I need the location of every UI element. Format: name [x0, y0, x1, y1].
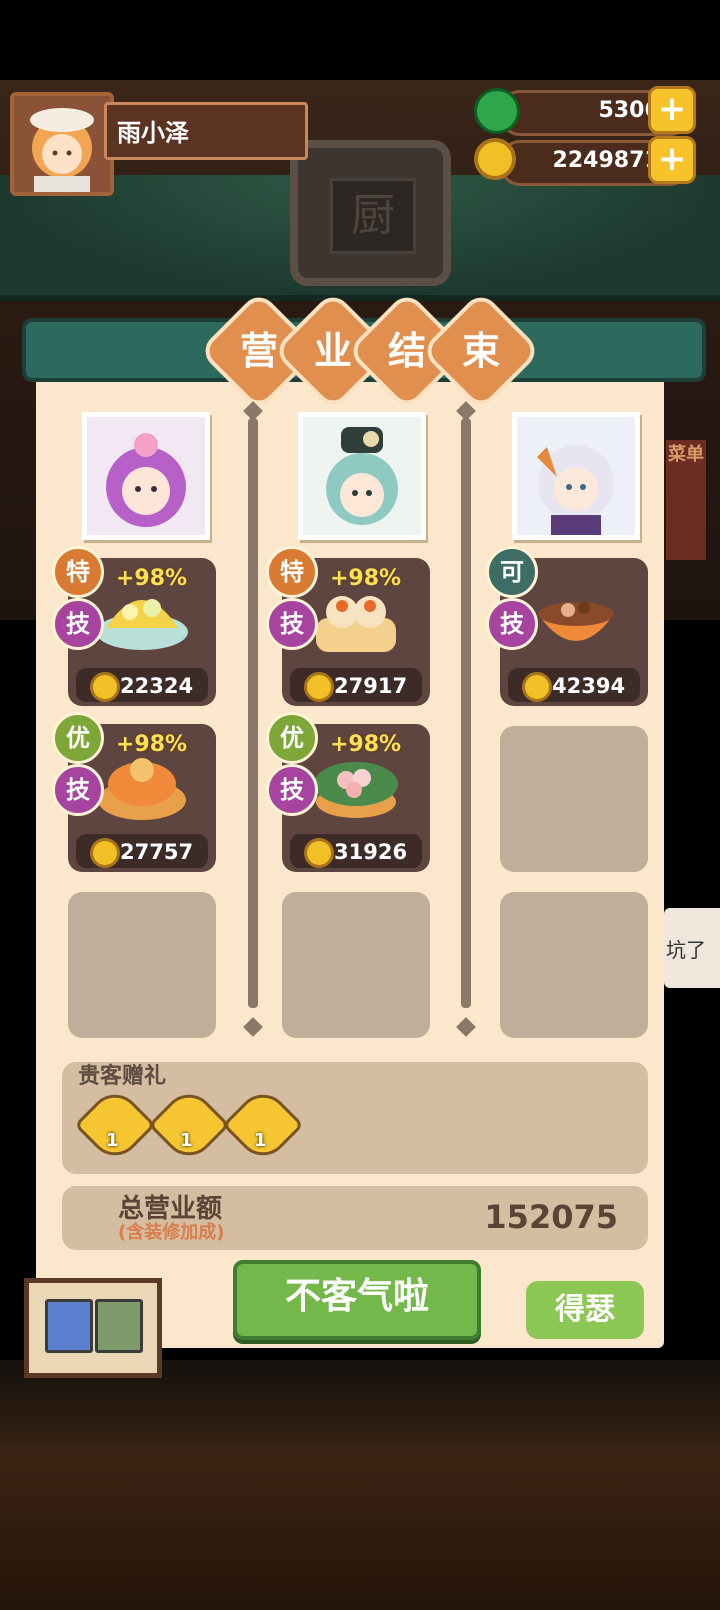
chef-portrait-3[interactable]	[512, 412, 640, 540]
side-tag-text: 坑了	[666, 938, 706, 962]
dish-bonus: +98%	[116, 732, 188, 757]
empty-dish-slot	[500, 726, 648, 872]
add-coins-button[interactable]: +	[648, 136, 696, 184]
grade-badge: 特	[52, 546, 104, 598]
grade-badge: 优	[52, 712, 104, 764]
chef-3-icon	[517, 417, 635, 535]
dish-price: 27757	[120, 840, 194, 864]
dish-price: 27917	[334, 674, 408, 698]
player-name-box: 雨小泽	[104, 102, 308, 160]
coin-icon	[304, 672, 334, 702]
skill-badge: 技	[52, 764, 104, 816]
empty-dish-slot	[282, 892, 430, 1038]
dish-image-icon	[538, 602, 614, 641]
skill-badge: 技	[52, 598, 104, 650]
chef-portrait-2[interactable]	[298, 412, 426, 540]
title-char-4: 束	[461, 329, 500, 373]
dish-price: 22324	[120, 674, 194, 698]
empty-dish-slot	[500, 892, 648, 1038]
dish-bonus: +98%	[330, 732, 402, 757]
gift-count: 1	[106, 1130, 119, 1151]
total-revenue-box: 总营业额 (含装修加成) 152075	[62, 1186, 648, 1250]
total-sublabel: (含装修加成)	[118, 1222, 225, 1243]
avatar-face-icon	[14, 96, 110, 192]
kitchen-sign: 厨	[290, 140, 451, 286]
coin-icon	[90, 838, 120, 868]
chef-portrait-1[interactable]	[82, 412, 210, 540]
dish-price: 31926	[334, 840, 408, 864]
jade-icon	[474, 88, 520, 134]
show-off-button[interactable]: 得瑟	[526, 1281, 644, 1339]
coin-icon	[522, 672, 552, 702]
chef-1-icon	[87, 417, 205, 535]
sign-character: 厨	[330, 178, 416, 254]
player-name: 雨小泽	[117, 119, 189, 147]
coin-icon	[474, 138, 516, 180]
gift-count: 1	[254, 1130, 267, 1151]
grade-badge: 优	[266, 712, 318, 764]
dish-bonus: +98%	[330, 566, 402, 591]
skill-badge: 技	[266, 764, 318, 816]
dish-bonus: +98%	[116, 566, 188, 591]
player-avatar[interactable]	[10, 92, 114, 196]
chef-2-icon	[303, 417, 421, 535]
menu-strip[interactable]: 菜单	[666, 440, 706, 560]
column-divider	[248, 418, 258, 1008]
column-divider	[461, 418, 471, 1008]
mini-toolbar	[24, 1278, 162, 1378]
skill-badge: 技	[486, 598, 538, 650]
scan-green-icon[interactable]	[95, 1299, 143, 1353]
gift-title: 贵客赠礼	[78, 1064, 167, 1089]
grade-badge: 可	[486, 546, 538, 598]
side-chat-tag: 坑了	[664, 908, 720, 988]
grade-badge: 特	[266, 546, 318, 598]
dish-price: 42394	[552, 674, 626, 698]
add-jade-button[interactable]: +	[648, 86, 696, 134]
confirm-button[interactable]: 不客气啦	[233, 1260, 481, 1340]
coin-icon	[304, 838, 334, 868]
empty-dish-slot	[68, 892, 216, 1038]
total-value: 152075	[484, 1198, 618, 1236]
scan-blue-icon[interactable]	[45, 1299, 93, 1353]
skill-badge: 技	[266, 598, 318, 650]
coin-icon	[90, 672, 120, 702]
gift-count: 1	[180, 1130, 193, 1151]
floor-background	[0, 1360, 720, 1610]
